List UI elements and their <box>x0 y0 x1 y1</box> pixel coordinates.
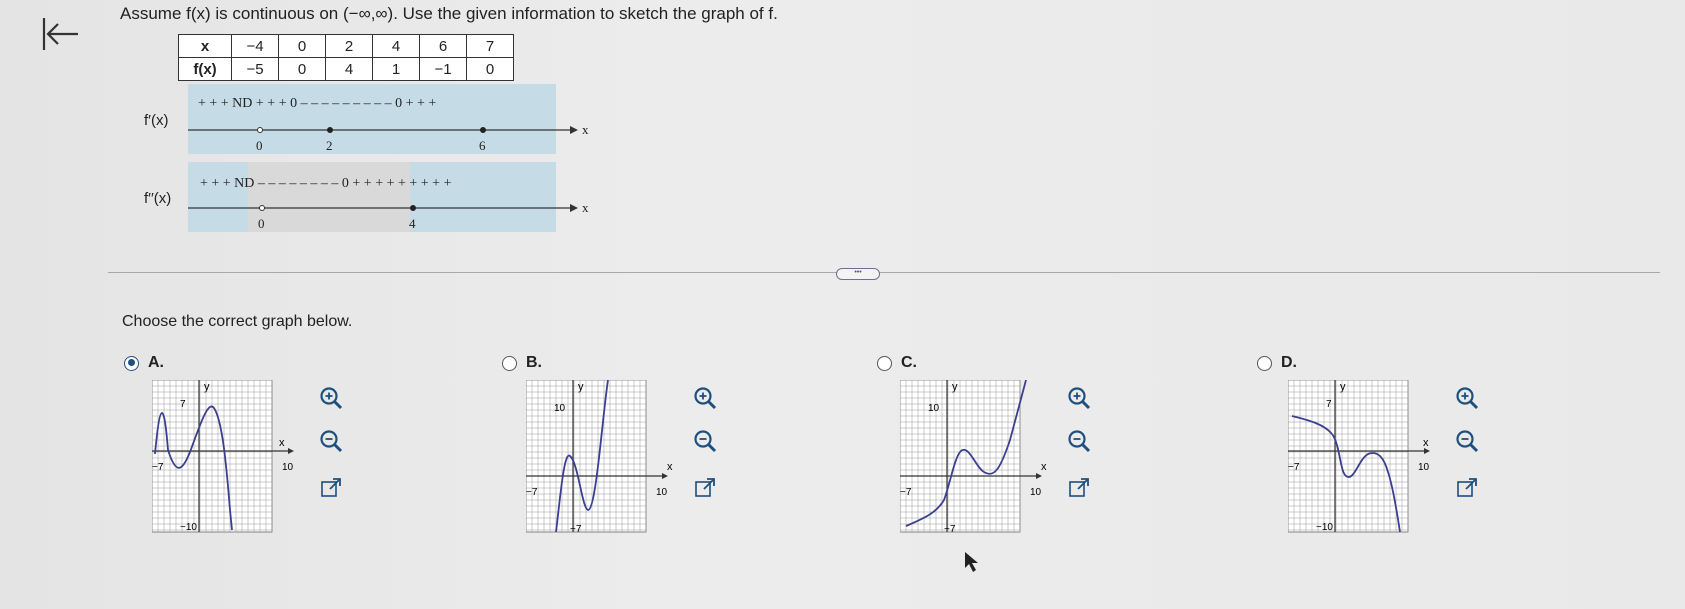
option-letter: A. <box>148 354 164 371</box>
radio-icon[interactable] <box>1257 355 1272 371</box>
option-c[interactable]: C. <box>877 354 917 372</box>
graph-d[interactable]: y x 7 −7 10 −10 <box>1287 379 1438 535</box>
graph-y-bottom: −7 <box>570 524 582 535</box>
option-letter: D. <box>1281 354 1297 371</box>
question-text: Assume f(x) is continuous on (−∞,∞). Use… <box>120 4 778 23</box>
graph-y-label: y <box>204 381 210 393</box>
graph-b[interactable]: y x 10 −7 10 −7 <box>525 379 676 535</box>
table-cell: 6 <box>419 34 467 58</box>
graph-y-bottom: −10 <box>180 522 197 533</box>
table-header-fx: f(x) <box>178 57 232 81</box>
option-letter: B. <box>526 354 542 371</box>
graph-x-left: −7 <box>526 487 538 498</box>
table-cell: 4 <box>372 34 420 58</box>
external-link-icon[interactable] <box>1454 475 1480 501</box>
graph-a[interactable]: y x 7 −7 10 −10 <box>151 379 302 535</box>
zoom-in-icon[interactable] <box>1454 385 1480 411</box>
axis-x-label: x <box>582 122 589 137</box>
graph-y-bottom: −10 <box>1316 522 1333 533</box>
graph-x-label: x <box>667 461 673 473</box>
table-row: f(x) −5 0 4 1 −1 0 <box>178 57 514 81</box>
graph-x-label: x <box>279 437 285 449</box>
mouse-cursor-icon <box>965 552 978 572</box>
fdoubleprime-tick: 0 <box>258 216 265 231</box>
graph-x-left: −7 <box>1288 462 1300 473</box>
graph-x-right: 10 <box>1418 462 1430 473</box>
section-divider <box>108 272 1660 273</box>
table-row: x −4 0 2 4 6 7 <box>178 34 514 58</box>
sign-chart: f′(x) f′′(x) + + + ND + + + 0 – – – – – … <box>130 84 610 240</box>
table-cell: 4 <box>325 57 373 81</box>
graph-y-label: y <box>952 381 958 393</box>
function-values-table: x −4 0 2 4 6 7 f(x) −5 0 4 1 −1 0 <box>178 34 514 81</box>
table-cell: −4 <box>231 34 279 58</box>
fdoubleprime-signs: + + + ND – – – – – – – – 0 + + + + + + +… <box>200 176 452 191</box>
graph-y-top: 7 <box>1326 399 1332 410</box>
table-cell: 2 <box>325 34 373 58</box>
option-a[interactable]: A. <box>124 354 164 372</box>
table-cell: 0 <box>278 57 326 81</box>
option-letter: C. <box>901 354 917 371</box>
radio-selected-icon[interactable] <box>124 355 139 371</box>
table-cell: −5 <box>231 57 279 81</box>
fprime-label: f′(x) <box>144 112 169 129</box>
external-link-icon[interactable] <box>692 475 718 501</box>
zoom-in-icon[interactable] <box>692 385 718 411</box>
graph-y-top: 10 <box>928 403 940 414</box>
table-cell: 0 <box>278 34 326 58</box>
fprime-tick: 6 <box>479 138 486 153</box>
external-link-icon[interactable] <box>1066 475 1092 501</box>
fprime-signs: + + + ND + + + 0 – – – – – – – – – 0 + +… <box>198 96 437 111</box>
fprime-tick: 2 <box>326 138 333 153</box>
graph-y-label: y <box>1340 381 1346 393</box>
choose-prompt: Choose the correct graph below. <box>122 313 353 330</box>
zoom-out-icon[interactable] <box>692 428 718 454</box>
drag-handle[interactable]: ••• <box>836 268 880 280</box>
radio-icon[interactable] <box>877 355 892 371</box>
zoom-out-icon[interactable] <box>1454 428 1480 454</box>
fdoubleprime-tick: 4 <box>409 216 416 231</box>
table-cell: 1 <box>372 57 420 81</box>
graph-x-label: x <box>1041 461 1047 473</box>
back-arrow-icon[interactable] <box>38 14 82 54</box>
table-header-x: x <box>178 34 232 58</box>
option-b[interactable]: B. <box>502 354 542 372</box>
graph-y-bottom: −7 <box>944 524 956 535</box>
graph-c[interactable]: y x 10 −7 10 −7 <box>899 379 1050 535</box>
zoom-out-icon[interactable] <box>318 428 344 454</box>
graph-x-right: 10 <box>282 462 294 473</box>
graph-y-top: 7 <box>180 399 186 410</box>
page: Assume f(x) is continuous on (−∞,∞). Use… <box>0 0 1685 609</box>
graph-c-svg: y x 10 −7 10 −7 <box>899 379 1047 535</box>
fprime-tick: 0 <box>256 138 263 153</box>
graph-x-right: 10 <box>656 487 668 498</box>
fdoubleprime-label: f′′(x) <box>144 190 172 207</box>
external-link-icon[interactable] <box>318 475 344 501</box>
graph-y-top: 10 <box>554 403 566 414</box>
table-cell: −1 <box>419 57 467 81</box>
table-cell: 7 <box>466 34 514 58</box>
graph-x-left: −7 <box>900 487 912 498</box>
zoom-in-icon[interactable] <box>318 385 344 411</box>
axis-x-label: x <box>582 200 589 215</box>
zoom-out-icon[interactable] <box>1066 428 1092 454</box>
graph-y-label: y <box>578 381 584 393</box>
graph-x-right: 10 <box>1030 487 1042 498</box>
graph-x-label: x <box>1423 437 1429 449</box>
graph-b-svg: y x 10 −7 10 −7 <box>525 379 673 535</box>
zoom-in-icon[interactable] <box>1066 385 1092 411</box>
table-cell: 0 <box>466 57 514 81</box>
radio-icon[interactable] <box>502 355 517 371</box>
graph-d-svg: y x 7 −7 10 −10 <box>1287 379 1430 533</box>
option-d[interactable]: D. <box>1257 354 1297 372</box>
graph-a-svg: y x 7 −7 10 −10 <box>151 379 294 533</box>
graph-x-left: −7 <box>152 462 164 473</box>
